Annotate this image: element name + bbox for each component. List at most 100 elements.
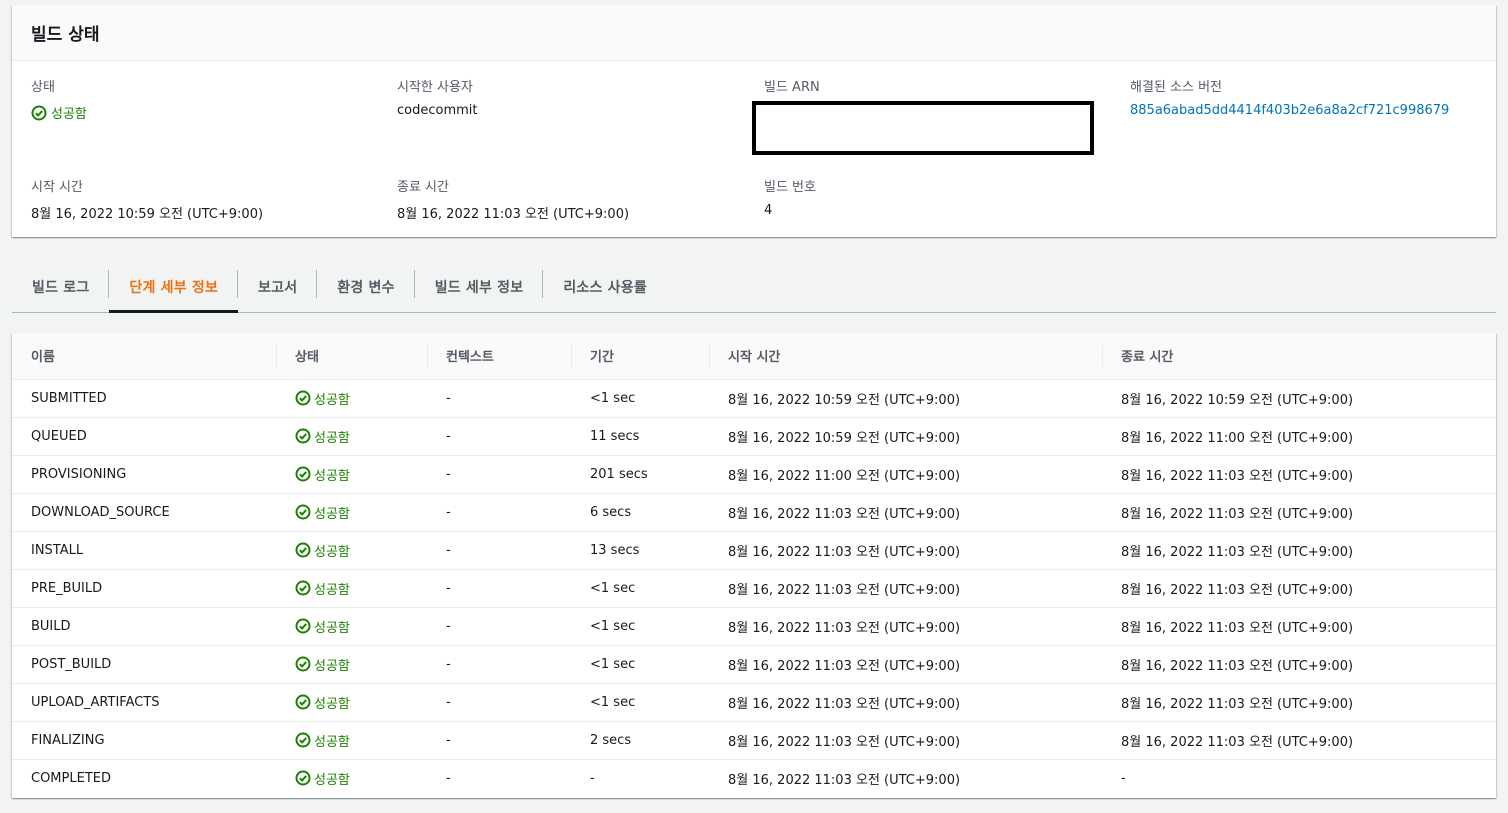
status-text: 성공함 bbox=[314, 620, 350, 636]
build-status-panel: 빌드 상태 상태 성공함 시작한 사용자 codecommit 빌드 ARN 해… bbox=[12, 5, 1496, 237]
cell-name: PRE_BUILD bbox=[12, 569, 276, 608]
end-time-field: 종료 시간 8월 16, 2022 11:03 오전 (UTC+9:00) bbox=[397, 176, 629, 222]
cell-start: 8월 16, 2022 11:03 오전 (UTC+9:00) bbox=[709, 645, 1102, 684]
cell-status: 성공함 bbox=[276, 607, 427, 646]
table-row: POST_BUILD 성공함 - <1 sec 8월 16, 2022 11:03 오전… bbox=[12, 645, 1496, 684]
info-grid: 상태 성공함 시작한 사용자 codecommit 빌드 ARN 해결된 소스 … bbox=[12, 61, 1496, 236]
cell-start: 8월 16, 2022 11:03 오전 (UTC+9:00) bbox=[709, 569, 1102, 608]
status-success-icon bbox=[31, 105, 47, 120]
tab-label: 보고서 bbox=[258, 280, 298, 296]
cell-duration: <1 sec bbox=[571, 645, 709, 684]
table-row: UPLOAD_ARTIFACTS 성공함 - <1 sec 8월 16, 2022 11… bbox=[12, 683, 1496, 722]
cell-start: 8월 16, 2022 11:03 오전 (UTC+9:00) bbox=[709, 531, 1102, 570]
end-time-label: 종료 시간 bbox=[397, 180, 449, 195]
tab-5[interactable]: 리소스 사용률 bbox=[543, 262, 667, 312]
cell-duration: <1 sec bbox=[571, 569, 709, 608]
cell-status: 성공함 bbox=[276, 531, 427, 570]
cell-start: 8월 16, 2022 10:59 오전 (UTC+9:00) bbox=[709, 379, 1102, 418]
cell-duration: 6 secs bbox=[571, 493, 709, 532]
cell-end: 8월 16, 2022 11:03 오전 (UTC+9:00) bbox=[1102, 645, 1496, 684]
table-row: FINALIZING 성공함 -2 secs 8월 16, 2022 11:03 오전… bbox=[12, 721, 1496, 760]
table-row: DOWNLOAD_SOURCE 성공함 -6 secs 8월 16, 2022 11:… bbox=[12, 493, 1496, 532]
tab-label: 빌드 세부 정보 bbox=[434, 280, 524, 296]
status-success-icon bbox=[295, 580, 311, 596]
tab-label: 빌드 로그 bbox=[32, 280, 90, 296]
table-body: SUBMITTED 성공함 - <1 sec 8월 16, 2022 10:59 오전 … bbox=[12, 379, 1496, 797]
tab-label: 단계 세부 정보 bbox=[129, 280, 219, 296]
column-separator bbox=[427, 345, 428, 367]
status-success-icon bbox=[295, 618, 311, 634]
build-number-value: 4 bbox=[764, 203, 773, 218]
cell-context: - bbox=[446, 770, 451, 786]
column-header[interactable]: 컨텍스트 bbox=[427, 333, 571, 380]
initiator-label: 시작한 사용자 bbox=[397, 80, 473, 95]
cell-duration: <1 sec bbox=[571, 683, 709, 722]
cell-duration: 13 secs bbox=[571, 531, 709, 570]
column-header-label: 종료 시간 bbox=[1121, 350, 1174, 366]
column-separator bbox=[571, 345, 572, 367]
column-header[interactable]: 기간 bbox=[571, 333, 709, 380]
cell-duration: 11 secs bbox=[571, 417, 709, 456]
column-header-label: 기간 bbox=[590, 350, 614, 366]
column-header-label: 시작 시간 bbox=[728, 350, 781, 366]
cell-status: 성공함 bbox=[276, 379, 427, 418]
tab-label: 환경 변수 bbox=[337, 280, 395, 296]
status-text: 성공함 bbox=[314, 468, 350, 484]
cell-duration: 2 secs bbox=[571, 721, 709, 760]
status-success-icon bbox=[295, 466, 311, 482]
tab-1[interactable]: 단계 세부 정보 bbox=[109, 262, 239, 313]
panel-header: 빌드 상태 bbox=[12, 5, 1496, 61]
tab-bar: 빌드 로그 단계 세부 정보 보고서 환경 변수 빌드 세부 정보 리소스 사용률 bbox=[12, 262, 1496, 313]
table-row: PRE_BUILD 성공함 - <1 sec 8월 16, 2022 11:03 오전 … bbox=[12, 569, 1496, 608]
cell-start: 8월 16, 2022 11:03 오전 (UTC+9:00) bbox=[709, 721, 1102, 760]
tab-0[interactable]: 빌드 로그 bbox=[12, 262, 110, 312]
cell-end: 8월 16, 2022 10:59 오전 (UTC+9:00) bbox=[1102, 379, 1496, 418]
tab-3[interactable]: 환경 변수 bbox=[317, 262, 415, 312]
status-field: 상태 성공함 bbox=[31, 76, 87, 122]
cell-start: 8월 16, 2022 11:03 오전 (UTC+9:00) bbox=[709, 683, 1102, 722]
column-header-label: 이름 bbox=[31, 350, 55, 366]
status-text: 성공함 bbox=[314, 582, 350, 598]
status-success-icon bbox=[295, 694, 311, 710]
cell-name: POST_BUILD bbox=[12, 645, 276, 684]
column-header-label: 컨텍스트 bbox=[446, 350, 494, 366]
column-separator bbox=[276, 345, 277, 367]
column-header[interactable]: 상태 bbox=[276, 333, 427, 380]
table-header-row: 이름 상태 컨텍스트 기간 시작 시간 종료 시간 bbox=[12, 333, 1496, 380]
table-row: QUEUED 성공함 -11 secs 8월 16, 2022 10:59 오전 (U… bbox=[12, 417, 1496, 456]
cell-context: - bbox=[427, 493, 571, 532]
table-row: SUBMITTED 성공함 - <1 sec 8월 16, 2022 10:59 오전 … bbox=[12, 379, 1496, 418]
cell-name: COMPLETED bbox=[31, 770, 111, 786]
status-text: 성공함 bbox=[314, 430, 350, 446]
tab-4[interactable]: 빌드 세부 정보 bbox=[415, 262, 544, 312]
cell-context: - bbox=[427, 569, 571, 608]
cell-start: 8월 16, 2022 10:59 오전 (UTC+9:00) bbox=[709, 417, 1102, 456]
status-success-icon bbox=[295, 656, 311, 672]
cell-name: FINALIZING bbox=[12, 721, 276, 760]
panel-title: 빌드 상태 bbox=[31, 25, 100, 45]
cell-end: 8월 16, 2022 11:03 오전 (UTC+9:00) bbox=[1102, 493, 1496, 532]
tab-2[interactable]: 보고서 bbox=[238, 262, 318, 312]
source-version-field: 해결된 소스 버전 885a6abad5dd4414f403b2e6a8a2cf… bbox=[1130, 76, 1449, 118]
redacted-arn-box bbox=[752, 101, 1094, 155]
build-number-label: 빌드 번호 bbox=[764, 180, 816, 195]
table-row: COMPLETED 성공함 - - 8월 16, 2022 11:03 오전 (UTC+… bbox=[12, 759, 1496, 797]
cell-name: BUILD bbox=[12, 607, 276, 646]
cell-name: PROVISIONING bbox=[12, 455, 276, 494]
status-success-icon bbox=[295, 542, 311, 558]
cell-duration: <1 sec bbox=[571, 607, 709, 646]
column-header[interactable]: 시작 시간 bbox=[709, 333, 1102, 380]
status-value-text: 성공함 bbox=[51, 107, 87, 122]
cell-duration: 201 secs bbox=[571, 455, 709, 494]
cell-end: - bbox=[1121, 770, 1126, 786]
cell-status: 성공함 bbox=[276, 493, 427, 532]
table-row: BUILD 성공함 - <1 sec 8월 16, 2022 11:03 오전 (UTC… bbox=[12, 607, 1496, 646]
cell-end: 8월 16, 2022 11:03 오전 (UTC+9:00) bbox=[1102, 531, 1496, 570]
build-number-field: 빌드 번호 4 bbox=[764, 176, 816, 218]
column-header[interactable]: 종료 시간 bbox=[1102, 333, 1496, 380]
cell-name: SUBMITTED bbox=[12, 379, 276, 418]
start-time-label: 시작 시간 bbox=[31, 180, 83, 195]
column-header[interactable]: 이름 bbox=[12, 333, 276, 380]
cell-status: 성공함 bbox=[276, 721, 427, 760]
source-version-link[interactable]: 885a6abad5dd4414f403b2e6a8a2cf721c998679 bbox=[1130, 103, 1449, 118]
